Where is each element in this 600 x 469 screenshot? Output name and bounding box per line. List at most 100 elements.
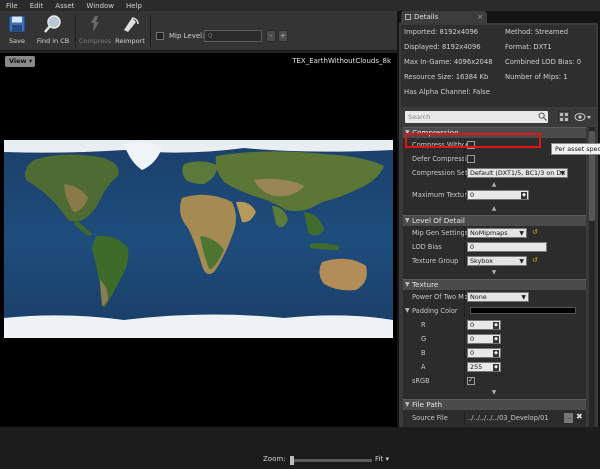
search-input[interactable]: Search — [405, 111, 548, 123]
mip-level-checkbox[interactable] — [156, 32, 164, 40]
zoom-slider[interactable] — [290, 459, 372, 462]
srgb-checkbox[interactable] — [467, 376, 475, 385]
chevron-down-icon: ▼ — [560, 170, 565, 177]
expand-advanced-icon[interactable]: ▼ — [489, 269, 499, 276]
search-row: Search — [401, 111, 596, 124]
menu-help[interactable]: Help — [126, 2, 142, 10]
close-icon[interactable]: × — [477, 11, 483, 23]
row-mip-gen-settings: Mip Gen Settings NoMipmaps ▼ ↺ — [403, 227, 586, 240]
row-padding-g: G 0 ◆ — [403, 333, 586, 346]
power-of-two-mode-dropdown[interactable]: None ▼ — [467, 292, 529, 302]
collapse-arrow-icon[interactable]: ▼ — [405, 307, 410, 314]
padding-g-input[interactable]: 0 ◆ — [467, 334, 501, 344]
toolbar-separator — [150, 15, 151, 47]
row-power-of-two-mode: Power Of Two Mo None ▼ — [403, 291, 586, 304]
details-scrollbar[interactable] — [589, 127, 595, 427]
zoom-label: Zoom: — [263, 455, 286, 463]
row-texture-group: Texture Group Skybox ▼ ↺ — [403, 255, 586, 268]
row-padding-b: B 0 ◆ — [403, 347, 586, 360]
mip-level-decrement[interactable]: - — [266, 30, 276, 42]
source-file-path: ../../../../../03_Develop/01 — [467, 414, 549, 422]
earth-texture-image — [4, 140, 393, 338]
toolbar-separator — [75, 15, 76, 47]
details-body: Imported: 8192x4096 Displayed: 8192x4096… — [399, 23, 600, 427]
mip-level-increment[interactable]: + — [278, 30, 288, 42]
menu-edit[interactable]: Edit — [30, 2, 44, 10]
texture-name-label: TEX_EarthWithoutClouds_8k — [292, 57, 391, 65]
collapse-arrow-icon: ▼ — [405, 217, 410, 224]
save-icon — [8, 15, 26, 33]
section-file-path[interactable]: ▼ File Path — [403, 399, 586, 410]
info-format: Format: DXT1 — [505, 43, 552, 51]
padding-color-swatch[interactable] — [470, 307, 576, 314]
browse-button[interactable]: ... — [564, 413, 573, 423]
row-srgb: sRGB — [403, 375, 586, 388]
zoom-bar: Zoom: Fit ▾ — [0, 451, 397, 469]
mip-gen-settings-highlight — [405, 133, 541, 148]
reimport-button[interactable]: Reimport — [114, 13, 146, 49]
info-method: Method: Streamed — [505, 28, 569, 36]
maximum-texture-size-input[interactable]: 0 ◆ — [467, 190, 529, 200]
spin-icon: ◆ — [493, 322, 499, 329]
eye-icon[interactable] — [574, 112, 592, 122]
defer-compression-checkbox[interactable] — [467, 155, 475, 163]
mip-level-input[interactable]: 0 — [204, 30, 262, 42]
texture-editor-pane: Save Find in CB Compress Reimport Mip Le… — [0, 11, 397, 465]
zoom-slider-handle[interactable] — [290, 456, 294, 465]
section-texture[interactable]: ▼ Texture — [403, 279, 586, 290]
menu-bar: File Edit Asset Window Help — [0, 0, 600, 11]
save-button[interactable]: Save — [4, 13, 30, 49]
zoom-fit-dropdown[interactable]: Fit ▾ — [375, 455, 389, 463]
padding-a-input[interactable]: 255 ◆ — [467, 362, 501, 372]
info-alpha-channel: Has Alpha Channel: False — [404, 88, 490, 96]
section-level-of-detail[interactable]: ▼ Level Of Detail — [403, 215, 586, 226]
texture-viewport[interactable]: View ▾ TEX_EarthWithoutClouds_8k Zoom: F… — [0, 53, 397, 465]
clear-icon[interactable]: ✖ — [576, 412, 583, 421]
row-padding-color: ▼ Padding Color — [403, 305, 586, 318]
tooltip: Per asset specific setting — [551, 143, 600, 155]
chevron-down-icon: ▼ — [521, 294, 526, 301]
row-padding-r: R 0 ◆ — [403, 319, 586, 332]
menu-asset[interactable]: Asset — [55, 2, 74, 10]
reset-to-default-icon[interactable]: ↺ — [532, 228, 538, 236]
compress-icon — [91, 16, 99, 32]
info-max-in-game: Max In-Game: 4096x2048 — [404, 58, 493, 66]
padding-r-input[interactable]: 0 ◆ — [467, 320, 501, 330]
row-lod-bias: LOD Bias 0 — [403, 241, 586, 254]
menu-file[interactable]: File — [6, 2, 18, 10]
spin-icon: ◆ — [493, 364, 499, 371]
details-icon — [405, 14, 411, 20]
row-maximum-texture-size: Maximum Texture 0 ◆ — [403, 189, 586, 202]
compress-button[interactable]: Compress — [78, 13, 112, 49]
texture-group-dropdown[interactable]: Skybox ▼ — [467, 256, 527, 266]
toolbar: Save Find in CB Compress Reimport Mip Le… — [0, 11, 397, 51]
properties-list: ▼ Compression Compress Without Defer Com… — [403, 127, 586, 427]
lod-bias-input[interactable]: 0 — [467, 242, 547, 252]
compression-settings-dropdown[interactable]: Default (DXT1/5, BC1/3 on DX ▼ — [467, 168, 568, 178]
search-icon[interactable] — [538, 112, 547, 121]
chevron-down-icon: ▼ — [519, 230, 524, 237]
info-lod-bias: Combined LOD Bias: 0 — [505, 58, 582, 66]
info-displayed: Displayed: 8192x4096 — [404, 43, 481, 51]
collapse-arrow-icon: ▼ — [405, 281, 410, 288]
reimport-icon — [124, 17, 139, 32]
row-padding-a: A 255 ◆ — [403, 361, 586, 374]
collapse-arrow-icon: ▼ — [405, 401, 410, 408]
info-resource-size: Resource Size: 16384 Kb — [404, 73, 489, 81]
expand-advanced-icon[interactable]: ▼ — [489, 389, 499, 396]
spin-icon: ◆ — [493, 336, 499, 343]
row-compression-settings: Compression Setti Default (DXT1/5, BC1/3… — [403, 167, 586, 180]
grid-view-icon[interactable] — [558, 111, 570, 123]
mip-gen-settings-dropdown[interactable]: NoMipmaps ▼ — [467, 228, 527, 238]
view-menu-button[interactable]: View ▾ — [5, 56, 35, 67]
reset-to-default-icon[interactable]: ↺ — [532, 256, 538, 264]
find-in-cb-button[interactable]: Find in CB — [34, 13, 72, 49]
chevron-down-icon: ▼ — [519, 258, 524, 265]
expand-advanced-icon[interactable]: ▲ — [489, 181, 499, 188]
menu-window[interactable]: Window — [86, 2, 114, 10]
mip-level-label: Mip Level: — [169, 32, 205, 40]
tab-details[interactable]: Details × — [401, 11, 487, 23]
expand-advanced-icon[interactable]: ▲ — [489, 205, 499, 212]
texture-info: Imported: 8192x4096 Displayed: 8192x4096… — [401, 25, 596, 107]
padding-b-input[interactable]: 0 ◆ — [467, 348, 501, 358]
